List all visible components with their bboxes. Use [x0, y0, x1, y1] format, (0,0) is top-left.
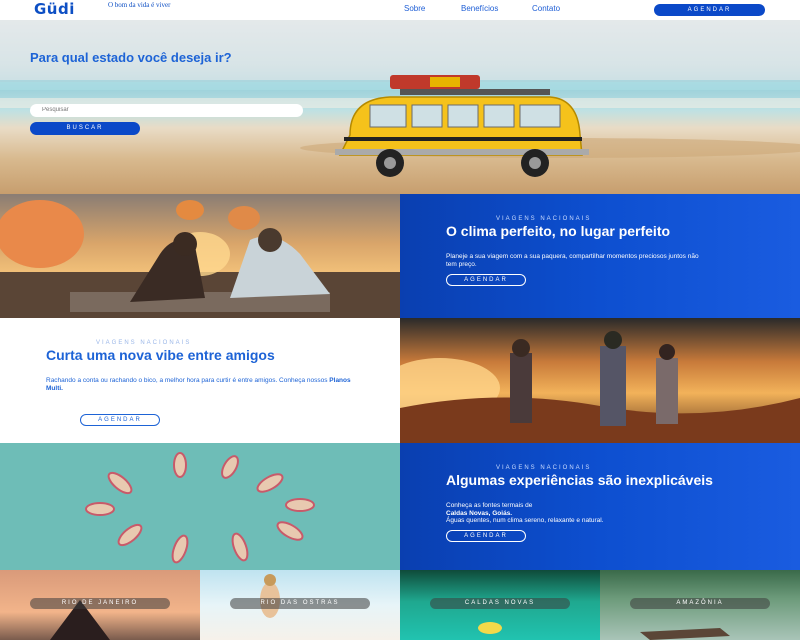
couple-sunset-image: [0, 194, 400, 318]
destination-label: AMAZÔNIA: [630, 598, 770, 609]
search-button[interactable]: BUSCAR: [30, 122, 140, 135]
section-body-intro: Conheça as fontes termais de: [446, 502, 533, 509]
swimmers-circle-image: [0, 443, 400, 570]
destination-label: RIO DAS OSTRAS: [230, 598, 370, 609]
section-body-rest: Águas quentes, num clima sereno, relaxan…: [446, 517, 604, 524]
destination-tile-rio-de-janeiro[interactable]: RIO DE JANEIRO: [0, 570, 200, 640]
section-friends: VIAGENS NACIONAIS Curta uma nova vibe en…: [0, 318, 800, 443]
friends-sunset-image: [400, 318, 800, 443]
destination-tile-caldas-novas[interactable]: CALDAS NOVAS: [400, 570, 600, 640]
section-eyebrow: VIAGENS NACIONAIS: [496, 216, 592, 222]
couple-info-panel: VIAGENS NACIONAIS O clima perfeito, no l…: [400, 194, 800, 318]
caldas-novas-highlight: Caldas Novas, Goiás.: [446, 509, 513, 517]
nav-link-contato[interactable]: Contato: [532, 4, 560, 13]
section-body-text: Rachando a conta ou rachando o bico, a m…: [46, 377, 328, 384]
section-eyebrow: VIAGENS NACIONAIS: [496, 465, 592, 471]
agendar-button[interactable]: AGENDAR: [446, 274, 526, 286]
brand-logo[interactable]: Güdi: [34, 0, 75, 18]
section-body: Rachando a conta ou rachando o bico, a m…: [46, 377, 356, 392]
yellow-van-image: [330, 75, 600, 190]
nav-link-sobre[interactable]: Sobre: [404, 4, 425, 13]
destinations-strip: RIO DE JANEIRO RIO DAS OSTRAS CALDAS NOV…: [0, 570, 800, 640]
brand-tagline: O bom da vida é viver: [108, 1, 171, 9]
destination-tile-amazonia[interactable]: AMAZÔNIA: [600, 570, 800, 640]
section-body: Planeje a sua viagem com a sua paquera, …: [446, 253, 699, 268]
section-title: O clima perfeito, no lugar perfeito: [446, 223, 671, 239]
nav-agendar-button[interactable]: AGENDAR: [654, 4, 765, 16]
agendar-button[interactable]: AGENDAR: [446, 530, 526, 542]
section-title: Curta uma nova vibe entre amigos: [46, 347, 275, 363]
top-nav: Güdi O bom da vida é viver Sobre Benefíc…: [0, 0, 800, 20]
section-eyebrow: VIAGENS NACIONAIS: [96, 340, 192, 346]
destination-label: RIO DE JANEIRO: [30, 598, 170, 609]
hero-banner: Para qual estado você deseja ir? BUSCAR: [0, 20, 800, 194]
section-hot-springs: VIAGENS NACIONAIS Algumas experiências s…: [0, 443, 800, 570]
agendar-button[interactable]: AGENDAR: [80, 414, 160, 426]
section-couple: VIAGENS NACIONAIS O clima perfeito, no l…: [0, 194, 800, 318]
destination-label: CALDAS NOVAS: [430, 598, 570, 609]
nav-link-beneficios[interactable]: Benefícios: [461, 4, 498, 13]
hot-springs-info-panel: VIAGENS NACIONAIS Algumas experiências s…: [400, 443, 800, 570]
section-title: Algumas experiências são inexplicáveis: [446, 472, 713, 488]
hero-title: Para qual estado você deseja ir?: [30, 50, 232, 65]
section-body: Conheça as fontes termais de Caldas Nova…: [446, 502, 746, 525]
friends-info-panel: VIAGENS NACIONAIS Curta uma nova vibe en…: [0, 318, 400, 443]
destination-tile-rio-das-ostras[interactable]: RIO DAS OSTRAS: [200, 570, 400, 640]
state-search-input[interactable]: [30, 104, 303, 117]
